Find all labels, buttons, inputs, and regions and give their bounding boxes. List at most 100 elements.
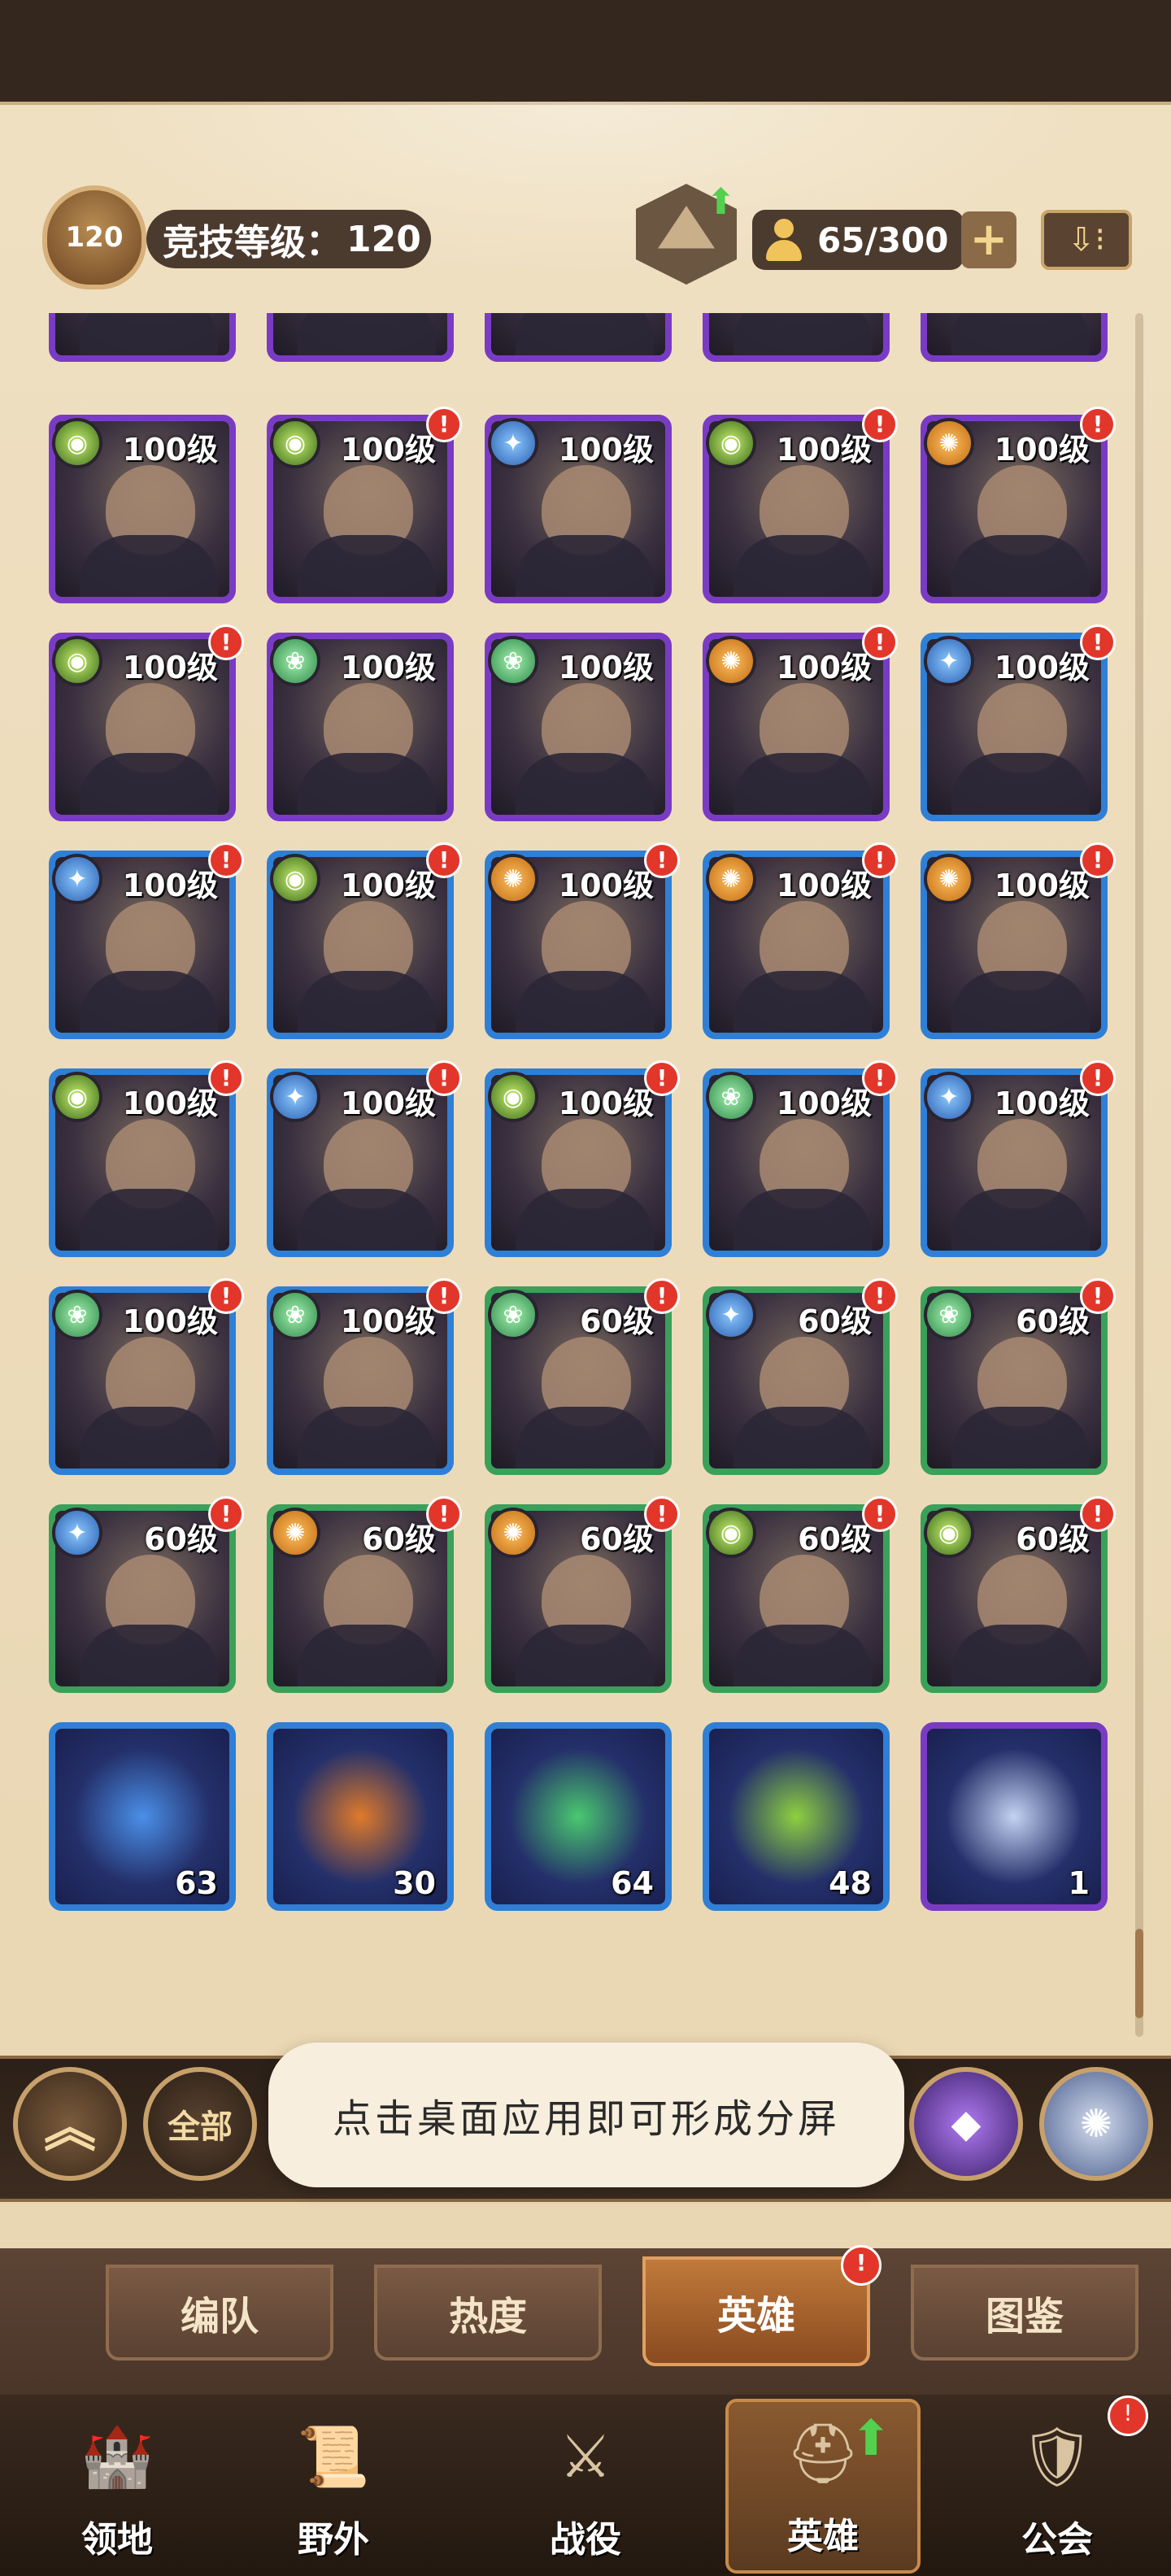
material-card[interactable]: 48	[703, 1722, 890, 1911]
hero-card[interactable]: ◉ 100级!	[267, 407, 462, 603]
hero-portrait	[491, 313, 665, 355]
material-card[interactable]: 64	[485, 1722, 672, 1911]
hero-level: 100级	[558, 650, 654, 685]
hero-card[interactable]: ◉ 100级!	[49, 1060, 244, 1257]
hero-portrait-body	[80, 971, 218, 1033]
tab-heroes[interactable]: 英雄!	[642, 2245, 882, 2366]
alert-badge: !	[426, 842, 462, 878]
hero-level: 100级	[122, 650, 218, 685]
filter-hypogean-button[interactable]: ◆	[909, 2067, 1023, 2181]
material-card[interactable]: 63	[49, 1722, 236, 1911]
mauler-faction-icon: ✺	[924, 854, 974, 904]
hero-card[interactable]: ◉ 100级!	[49, 624, 244, 821]
hero-card[interactable]: ✦ 100级!	[921, 1060, 1116, 1257]
hero-portrait-body	[951, 1625, 1090, 1686]
hero-level: 60级	[580, 1521, 654, 1557]
hero-level: 60级	[798, 1303, 872, 1339]
add-slots-button[interactable]: +	[961, 211, 1016, 268]
hero-card[interactable]: ◉ 100级!	[267, 842, 462, 1039]
alert-badge: !	[862, 624, 898, 660]
hero-card-partial[interactable]	[703, 313, 890, 362]
nav-wild[interactable]: 📜 野外	[236, 2399, 431, 2574]
hero-portrait	[709, 313, 883, 355]
hero-card[interactable]: ✦ 100级	[485, 415, 672, 603]
hero-card[interactable]: ◉ 60级!	[703, 1496, 898, 1693]
nav-territory[interactable]: 🏰 领地	[20, 2399, 215, 2574]
hero-card[interactable]: ✦ 60级!	[49, 1496, 244, 1693]
mauler-faction-icon: ✺	[488, 1508, 538, 1558]
hero-level: 100级	[994, 650, 1090, 685]
wilder-faction-icon: ❀	[488, 1290, 538, 1340]
hero-card[interactable]: ◉ 100级!	[485, 1060, 680, 1257]
hero-card-partial[interactable]	[49, 313, 236, 362]
hero-card[interactable]: ❀ 60级!	[921, 1278, 1116, 1475]
hero-card[interactable]: ✦ 100级!	[49, 842, 244, 1039]
graveborn-faction-icon: ◉	[488, 1072, 538, 1122]
hero-card[interactable]: ✺ 100级!	[703, 842, 898, 1039]
split-screen-toast: 点击桌面应用即可形成分屏	[268, 2043, 904, 2187]
graveborn-faction-icon: ◉	[52, 1072, 102, 1122]
filter-all-button[interactable]: 全部	[143, 2067, 257, 2181]
hero-card[interactable]: ✺ 100级!	[703, 624, 898, 821]
hero-card[interactable]: ✺ 100级!	[921, 407, 1116, 603]
wilder-faction-icon: ❀	[270, 1290, 320, 1340]
nav-guild[interactable]: 🛡 公会!	[960, 2395, 1155, 2574]
tab-label: 热度	[448, 2294, 527, 2339]
hero-card-partial[interactable]	[921, 313, 1108, 362]
hero-card[interactable]: ✦ 60级!	[703, 1278, 898, 1475]
alert-badge: !	[644, 1060, 680, 1096]
hero-level: 100级	[776, 432, 872, 468]
scrollbar-track[interactable]	[1135, 313, 1143, 2037]
material-count: 48	[829, 1865, 872, 1901]
hero-portrait-body	[298, 753, 436, 815]
person-icon	[764, 219, 804, 261]
hero-card[interactable]: ✺ 60级!	[485, 1496, 680, 1693]
hero-card[interactable]: ✺ 100级!	[485, 842, 680, 1039]
scrollbar-thumb[interactable]	[1135, 1929, 1143, 2018]
hero-level: 60级	[798, 1521, 872, 1557]
hero-card[interactable]: ❀ 100级	[485, 633, 672, 821]
alert-badge: !	[426, 407, 462, 442]
hero-portrait-body	[80, 535, 218, 597]
hero-card[interactable]: ❀ 100级!	[49, 1278, 244, 1475]
hero-card[interactable]: ❀ 100级	[267, 633, 454, 821]
hero-card[interactable]: ◉ 100级!	[703, 407, 898, 603]
hero-portrait-body	[951, 1189, 1090, 1251]
hero-portrait-body	[298, 1189, 436, 1251]
tab-heat[interactable]: 热度	[374, 2265, 602, 2361]
tab-codex[interactable]: 图鉴	[911, 2265, 1138, 2361]
sort-button[interactable]: ⇩⁝	[1041, 210, 1132, 270]
nav-campaign[interactable]: ⚔ 战役	[488, 2399, 683, 2574]
nav-heroes[interactable]: ⛑ 英雄 ⬆	[725, 2399, 921, 2574]
tab-team[interactable]: 编队	[106, 2265, 333, 2361]
hero-card[interactable]: ✺ 100级!	[921, 842, 1116, 1039]
hero-card[interactable]: ✺ 60级!	[267, 1496, 462, 1693]
material-card[interactable]: 30	[267, 1722, 454, 1911]
hero-portrait-body	[734, 971, 872, 1033]
hero-portrait-body	[516, 971, 654, 1033]
collapse-button[interactable]: ︽	[13, 2067, 127, 2181]
wilder-faction-icon: ❀	[488, 636, 538, 686]
filter-celestial-button[interactable]: ✺	[1039, 2067, 1153, 2181]
material-card[interactable]: 1	[921, 1722, 1108, 1911]
hero-population: 65/300	[752, 210, 964, 270]
hero-card[interactable]: ◉ 100级	[49, 415, 236, 603]
rank-badge[interactable]: 120	[42, 185, 146, 289]
alert-badge: !	[862, 1496, 898, 1532]
alert-badge: !	[862, 1060, 898, 1096]
hero-card[interactable]: ❀ 60级!	[485, 1278, 680, 1475]
nav-label: 战役	[550, 2519, 621, 2561]
hero-grid-viewport[interactable]: ◉ 100级 ◉ 100级! ✦ 100级 ◉ 100级! ✺ 100级! ◉ 100级! ❀ 100级 ❀…	[49, 313, 1138, 1931]
hero-card-partial[interactable]	[267, 313, 454, 362]
hero-level: 60级	[144, 1521, 218, 1557]
hero-card[interactable]: ✦ 100级!	[267, 1060, 462, 1257]
mauler-faction-icon: ✺	[706, 636, 756, 686]
hero-card[interactable]: ❀ 100级!	[267, 1278, 462, 1475]
hero-card[interactable]: ✦ 100级!	[921, 624, 1116, 821]
hero-card[interactable]: ◉ 60级!	[921, 1496, 1116, 1693]
hero-card-partial[interactable]	[485, 313, 672, 362]
hero-card[interactable]: ❀ 100级!	[703, 1060, 898, 1257]
alert-badge: !	[208, 842, 244, 878]
mauler-faction-icon: ✺	[270, 1508, 320, 1558]
rank-value: 120	[346, 218, 421, 260]
